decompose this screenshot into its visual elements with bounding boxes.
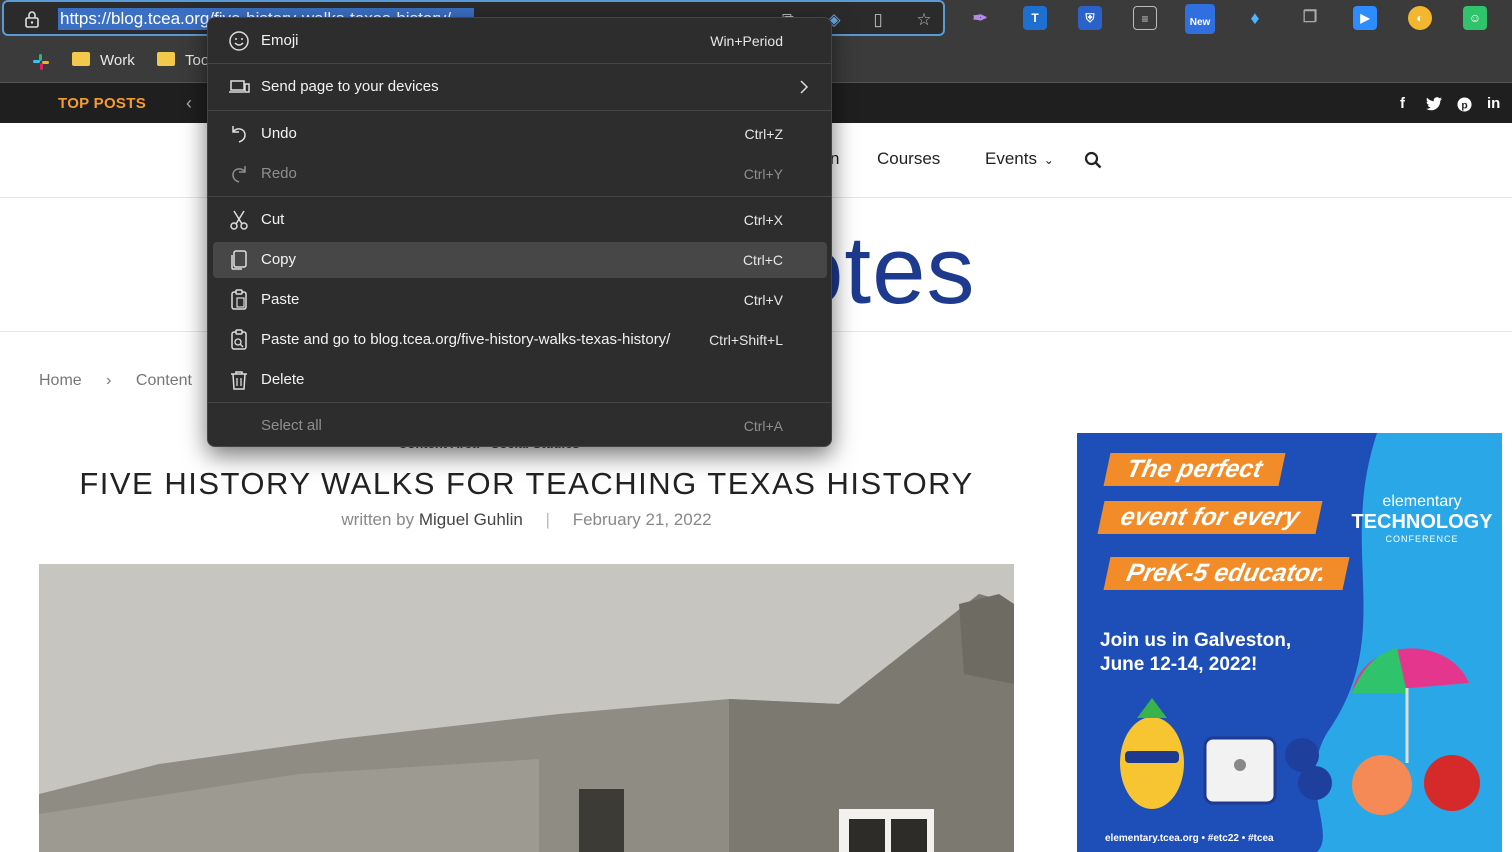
shield-extension-icon[interactable]: ⛨ bbox=[1078, 6, 1102, 30]
byline-divider: | bbox=[545, 510, 550, 529]
breadcrumb-content[interactable]: Content bbox=[136, 372, 192, 389]
bookmark-folder-work[interactable]: Work bbox=[72, 44, 135, 78]
menu-item-shortcut: Ctrl+Shift+L bbox=[709, 332, 783, 348]
add-favorite-icon[interactable]: ☆ bbox=[912, 8, 936, 32]
slack-icon bbox=[33, 54, 49, 71]
menu-item-shortcut: Ctrl+C bbox=[742, 252, 783, 268]
menu-item-delete[interactable]: Delete bbox=[213, 362, 827, 398]
bookmark-folder-too[interactable]: Too bbox=[157, 44, 209, 78]
menu-item-label: Paste and go to blog.tcea.org/five-histo… bbox=[261, 331, 671, 348]
menu-item-paste[interactable]: Paste Ctrl+V bbox=[213, 282, 827, 318]
menu-item-undo[interactable]: Undo Ctrl+Z bbox=[213, 116, 827, 152]
menu-item-shortcut: Ctrl+A bbox=[743, 418, 783, 434]
chevron-right-icon bbox=[800, 80, 809, 94]
notes-extension-icon[interactable]: ≡ bbox=[1133, 6, 1157, 30]
menu-divider bbox=[208, 110, 831, 111]
breadcrumb-separator: › bbox=[106, 372, 112, 389]
menu-item-label: Undo bbox=[261, 125, 297, 142]
twitter-icon[interactable] bbox=[1426, 83, 1442, 124]
menu-item-label: Emoji bbox=[261, 32, 299, 49]
article-date: February 21, 2022 bbox=[572, 510, 712, 529]
cut-icon bbox=[230, 210, 248, 230]
byline-prefix: written by bbox=[341, 510, 415, 529]
menu-item-emoji[interactable]: Emoji Win+Period bbox=[213, 23, 827, 59]
emoji-icon bbox=[229, 31, 249, 51]
new-extension-icon[interactable]: New bbox=[1185, 4, 1215, 34]
redo-icon bbox=[232, 166, 246, 183]
svg-text:p: p bbox=[1461, 100, 1467, 111]
chevron-down-icon: ⌄ bbox=[1043, 153, 1054, 167]
delete-icon bbox=[231, 371, 247, 390]
facebook-icon[interactable]: f bbox=[1400, 83, 1405, 124]
menu-item-shortcut: Ctrl+Z bbox=[744, 126, 784, 142]
menu-item-shortcut: Ctrl+Y bbox=[743, 166, 783, 182]
menu-item-label: Cut bbox=[261, 211, 285, 228]
menu-divider bbox=[208, 63, 831, 64]
nav-item-events[interactable]: Events ⌄ bbox=[985, 149, 1054, 169]
bookmark-label: Work bbox=[100, 52, 135, 69]
article-title: FIVE HISTORY WALKS FOR TEACHING TEXAS HI… bbox=[79, 466, 974, 501]
paste-go-icon bbox=[231, 329, 247, 350]
menu-item-label: Select all bbox=[261, 417, 322, 434]
zoom-extension-icon[interactable]: ▶ bbox=[1353, 6, 1377, 30]
author-link[interactable]: Miguel Guhlin bbox=[419, 510, 523, 529]
search-icon[interactable] bbox=[1084, 151, 1102, 174]
menu-item-redo[interactable]: Redo Ctrl+Y bbox=[213, 156, 827, 192]
menu-item-shortcut: Ctrl+X bbox=[743, 212, 783, 228]
new-badge: New bbox=[1189, 17, 1211, 28]
immersive-reader-icon[interactable]: ▯ bbox=[866, 8, 890, 32]
pinterest-icon[interactable]: p bbox=[1457, 83, 1472, 124]
folder-icon bbox=[157, 52, 175, 67]
conference-ad[interactable]: The perfect event for every PreK-5 educa… bbox=[1077, 433, 1502, 852]
linkedin-icon[interactable]: in bbox=[1487, 83, 1500, 124]
menu-item-copy[interactable]: Copy Ctrl+C bbox=[213, 242, 827, 278]
breadcrumb: Home › Content bbox=[39, 372, 212, 390]
menu-item-cut[interactable]: Cut Ctrl+X bbox=[213, 202, 827, 238]
feather-extension-icon[interactable]: ✒ bbox=[968, 6, 992, 30]
nav-item-label: Events bbox=[985, 149, 1037, 168]
devices-icon bbox=[229, 80, 250, 93]
breadcrumb-home[interactable]: Home bbox=[39, 372, 82, 389]
chevron-left-icon[interactable]: ‹ bbox=[186, 83, 192, 124]
folder-icon bbox=[72, 52, 90, 67]
copy-icon bbox=[231, 250, 247, 270]
t-extension-icon[interactable]: T bbox=[1023, 6, 1047, 30]
ad-footer: elementary.tcea.org • #etc22 • #tcea bbox=[1105, 833, 1274, 844]
menu-item-label: Copy bbox=[261, 251, 297, 268]
menu-divider bbox=[208, 402, 831, 403]
menu-item-paste-and-go[interactable]: Paste and go to blog.tcea.org/five-histo… bbox=[213, 322, 827, 358]
context-menu: Emoji Win+Period Send page to your devic… bbox=[207, 17, 832, 447]
lock-icon[interactable] bbox=[22, 9, 42, 29]
compass-extension-icon[interactable]: ◐ bbox=[1408, 6, 1432, 30]
article-byline: written by Miguel Guhlin | February 21, … bbox=[39, 510, 1014, 530]
ad-illustration bbox=[1120, 648, 1480, 815]
paste-icon bbox=[231, 289, 247, 310]
menu-item-shortcut: Win+Period bbox=[710, 33, 783, 49]
top-posts-label: TOP POSTS bbox=[58, 95, 147, 112]
menu-item-label: Delete bbox=[261, 371, 305, 388]
copy-extension-icon[interactable]: ❐ bbox=[1298, 6, 1322, 30]
menu-item-label: Paste bbox=[261, 291, 300, 308]
menu-item-label: Send page to your devices bbox=[261, 78, 439, 95]
green-extension-icon[interactable]: ☺ bbox=[1463, 6, 1487, 30]
menu-item-label: Redo bbox=[261, 165, 297, 182]
bookmark-label: Too bbox=[185, 52, 210, 69]
menu-divider bbox=[208, 196, 831, 197]
nav-item-courses[interactable]: Courses bbox=[877, 149, 940, 169]
gem-extension-icon[interactable]: ♦ bbox=[1243, 6, 1267, 30]
adobe-building-photo bbox=[39, 564, 1014, 852]
hero-image bbox=[39, 564, 1014, 852]
undo-icon bbox=[232, 126, 246, 143]
slack-bookmark-icon[interactable] bbox=[31, 44, 51, 78]
menu-item-select-all[interactable]: Select all Ctrl+A bbox=[213, 408, 827, 444]
menu-item-shortcut: Ctrl+V bbox=[743, 292, 783, 308]
menu-item-send-page[interactable]: Send page to your devices bbox=[213, 69, 827, 105]
